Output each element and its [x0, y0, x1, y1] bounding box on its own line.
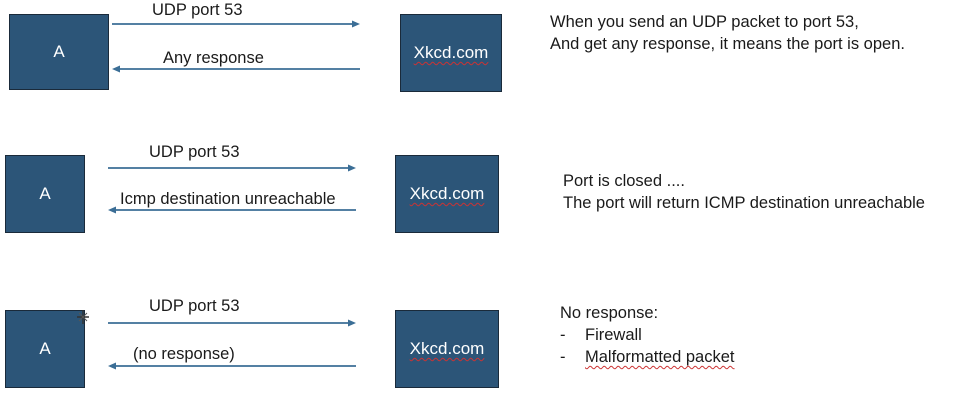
scene-port-open: UDP port 53 A Xkcd.com Any response When…	[0, 0, 977, 110]
response-arrow	[112, 63, 360, 75]
client-box: A	[5, 155, 85, 233]
note-line: The port will return ICMP destination un…	[563, 194, 925, 212]
request-arrow	[108, 162, 356, 174]
note-line: When you send an UDP packet to port 53,	[550, 13, 859, 31]
request-arrow	[108, 317, 356, 329]
reason-item: Malformatted packet	[560, 346, 734, 368]
server-box: Xkcd.com	[395, 310, 499, 388]
scene-port-closed: UDP port 53 A Xkcd.com Icmp destination …	[0, 140, 977, 250]
reason-text: Firewall	[585, 326, 642, 344]
explanation-note: Port is closed .... The port will return…	[563, 170, 925, 214]
server-box: Xkcd.com	[395, 155, 499, 233]
note-line: And get any response, it means the port …	[550, 35, 905, 53]
client-box: A	[5, 310, 85, 388]
server-label: Xkcd.com	[413, 43, 489, 62]
server-box: Xkcd.com	[400, 14, 502, 92]
scene-no-response: UDP port 53 A Xkcd.com (no response) No …	[0, 292, 977, 402]
request-label: UDP port 53	[149, 297, 240, 315]
reason-text: Malformatted packet	[585, 348, 735, 366]
response-arrow	[108, 360, 356, 372]
reason-list: Firewall Malformatted packet	[560, 324, 734, 368]
client-label: A	[53, 42, 65, 61]
request-label: UDP port 53	[149, 143, 240, 161]
client-box: A	[9, 14, 109, 90]
server-label: Xkcd.com	[409, 184, 485, 203]
note-title: No response:	[560, 304, 659, 322]
note-line: Port is closed ....	[563, 172, 685, 190]
response-arrow	[108, 204, 356, 216]
reason-item: Firewall	[560, 324, 734, 346]
explanation-note: No response: Firewall Malformatted packe…	[560, 302, 734, 368]
explanation-note: When you send an UDP packet to port 53, …	[550, 11, 905, 55]
mouse-cursor-icon	[77, 310, 89, 324]
client-label: A	[39, 339, 51, 358]
request-arrow	[112, 18, 360, 30]
client-label: A	[39, 184, 51, 203]
server-label: Xkcd.com	[409, 339, 485, 358]
